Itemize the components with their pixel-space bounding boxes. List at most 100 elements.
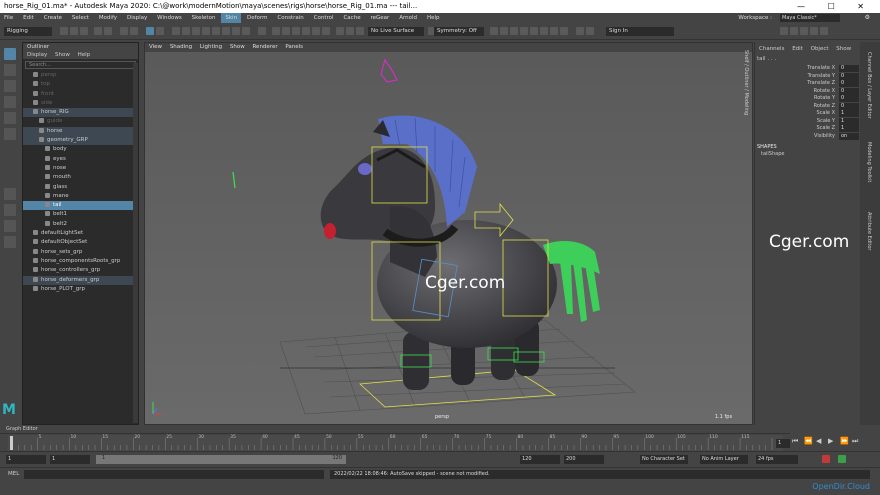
menu-regear[interactable]: reGear: [367, 13, 394, 23]
menu-set-dropdown[interactable]: Rigging: [4, 27, 52, 36]
component-mode-icon[interactable]: [156, 27, 164, 35]
outliner-menu-show[interactable]: Show: [55, 52, 70, 58]
graph-editor-icon[interactable]: [586, 27, 594, 35]
settings-gear-icon[interactable]: ⚙: [861, 13, 874, 23]
channel-row[interactable]: Rotate X 0: [755, 87, 860, 96]
render-settings-icon[interactable]: [510, 27, 518, 35]
menu-display[interactable]: Display: [123, 13, 151, 23]
channel-row[interactable]: Translate Z 0: [755, 80, 860, 88]
mask-surface-icon[interactable]: [202, 27, 210, 35]
outliner-item[interactable]: defaultLightSet: [23, 229, 138, 238]
input-ops-icon[interactable]: [346, 27, 354, 35]
playback-start-field[interactable]: 1: [50, 455, 90, 464]
time-slider[interactable]: 5 10 15 20 25 30 35 40 45 50 55 60 65 70 75 80 85 90 95 100…: [0, 433, 790, 451]
live-surface-field[interactable]: No Live Surface: [368, 27, 424, 36]
vp-menu-lighting[interactable]: Lighting: [200, 44, 222, 50]
menu-control[interactable]: Control: [310, 13, 338, 23]
mask-joint-icon[interactable]: [182, 27, 190, 35]
outliner-item[interactable]: mouth: [23, 173, 138, 182]
channel-row[interactable]: Visibility on: [755, 132, 860, 141]
outliner-item[interactable]: body: [23, 145, 138, 154]
character-controls-icon[interactable]: [790, 27, 798, 35]
mask-handle-icon[interactable]: [172, 27, 180, 35]
step-forward-icon[interactable]: ⏩: [840, 437, 849, 445]
move-tool-icon[interactable]: [4, 96, 16, 108]
outliner-item[interactable]: top: [23, 80, 138, 89]
outliner-item[interactable]: horse_deformers_grp: [23, 275, 138, 285]
vp-menu-renderer[interactable]: Renderer: [252, 44, 277, 50]
outliner-item[interactable]: tail: [23, 201, 138, 211]
tab-attribute-editor[interactable]: Attribute Editor: [866, 212, 872, 250]
outliner-item[interactable]: eyes: [23, 155, 138, 164]
outliner-scrollbar[interactable]: [133, 63, 138, 423]
channel-value[interactable]: 0: [839, 80, 859, 87]
outliner-item[interactable]: guide: [23, 117, 138, 126]
window-controls[interactable]: — ☐ ✕: [797, 0, 874, 13]
vp-menu-view[interactable]: View: [149, 44, 162, 50]
attribute-editor-icon[interactable]: [800, 27, 808, 35]
vp-menu-shading[interactable]: Shading: [170, 44, 192, 50]
tab-modeling-toolkit[interactable]: Modeling Toolkit: [866, 142, 872, 182]
new-scene-icon[interactable]: [60, 27, 68, 35]
menu-file[interactable]: File: [0, 13, 17, 23]
channel-value[interactable]: 1: [839, 125, 859, 132]
cb-menu-edit[interactable]: Edit: [792, 46, 803, 52]
outliner-item[interactable]: persp: [23, 71, 138, 80]
snap-curve-icon[interactable]: [282, 27, 290, 35]
fps-dropdown[interactable]: 24 fps: [756, 455, 798, 464]
scale-tool-icon[interactable]: [4, 128, 16, 140]
outliner-item[interactable]: horse_componentsRoots_grp: [23, 257, 138, 266]
maximize-icon[interactable]: ☐: [828, 2, 845, 11]
outliner-item[interactable]: geometry_GRP: [23, 136, 138, 146]
menu-windows[interactable]: Windows: [153, 13, 186, 23]
outliner-item[interactable]: horse_RIG: [23, 108, 138, 118]
menu-edit[interactable]: Edit: [19, 13, 38, 23]
output-ops-icon[interactable]: [356, 27, 364, 35]
channel-value[interactable]: 0: [839, 72, 859, 80]
arnold-render-icon[interactable]: [560, 27, 568, 35]
channel-row[interactable]: Rotate Y 0: [755, 95, 860, 103]
play-back-icon[interactable]: ◀: [816, 437, 821, 445]
scene-start-field[interactable]: 1: [6, 455, 46, 464]
outliner-search-input[interactable]: Search...: [25, 61, 136, 69]
channel-row[interactable]: Scale Z 1: [755, 125, 860, 133]
symmetry-dropdown[interactable]: Symmetry: Off: [434, 27, 484, 36]
character-set-dropdown[interactable]: No Character Set: [640, 455, 688, 464]
outliner-layout-icon[interactable]: [4, 220, 16, 232]
close-icon[interactable]: ✕: [857, 2, 874, 11]
outliner-item[interactable]: horse_sets_grp: [23, 248, 138, 257]
select-mode-icon[interactable]: [146, 27, 154, 35]
channel-row[interactable]: Translate X 0: [755, 65, 860, 73]
menu-cache[interactable]: Cache: [339, 13, 364, 23]
vp-menu-panels[interactable]: Panels: [285, 44, 303, 50]
viewport-panel[interactable]: View Shading Lighting Show Renderer Pane…: [144, 42, 753, 425]
outliner-item[interactable]: glass: [23, 183, 138, 192]
outliner-menu-display[interactable]: Display: [27, 52, 47, 58]
current-frame-field[interactable]: 1: [776, 439, 790, 448]
left-vertical-tab[interactable]: Shelf / Outliner / Modeling: [743, 50, 749, 115]
lasso-tool-icon[interactable]: [4, 64, 16, 76]
outliner-item[interactable]: defaultObjectSet: [23, 238, 138, 247]
channel-row[interactable]: Scale Y 1: [755, 117, 860, 126]
cb-menu-channels[interactable]: Channels: [759, 46, 784, 52]
channel-value[interactable]: 1: [839, 117, 859, 125]
menu-arnold[interactable]: Arnold: [395, 13, 421, 23]
minimize-icon[interactable]: —: [797, 2, 815, 11]
paint-select-tool-icon[interactable]: [4, 80, 16, 92]
channel-value[interactable]: 0: [839, 102, 859, 110]
arnold-icon[interactable]: [550, 27, 558, 35]
tab-channel-box[interactable]: Channel Box / Layer Editor: [866, 52, 872, 119]
channel-value[interactable]: 0: [839, 95, 859, 102]
sign-in-button[interactable]: Sign In: [606, 27, 674, 36]
step-back-icon[interactable]: ⏪: [804, 437, 813, 445]
outliner-item[interactable]: nose: [23, 164, 138, 173]
open-scene-icon[interactable]: [70, 27, 78, 35]
select-hierarchy-icon[interactable]: [120, 27, 128, 35]
menu-select[interactable]: Select: [68, 13, 93, 23]
time-editor-icon[interactable]: [576, 27, 584, 35]
mask-curve-icon[interactable]: [192, 27, 200, 35]
select-object-icon[interactable]: [130, 27, 138, 35]
render-icon[interactable]: [490, 27, 498, 35]
channel-row[interactable]: Scale X 1: [755, 110, 860, 118]
menu-skeleton[interactable]: Skeleton: [188, 13, 220, 23]
